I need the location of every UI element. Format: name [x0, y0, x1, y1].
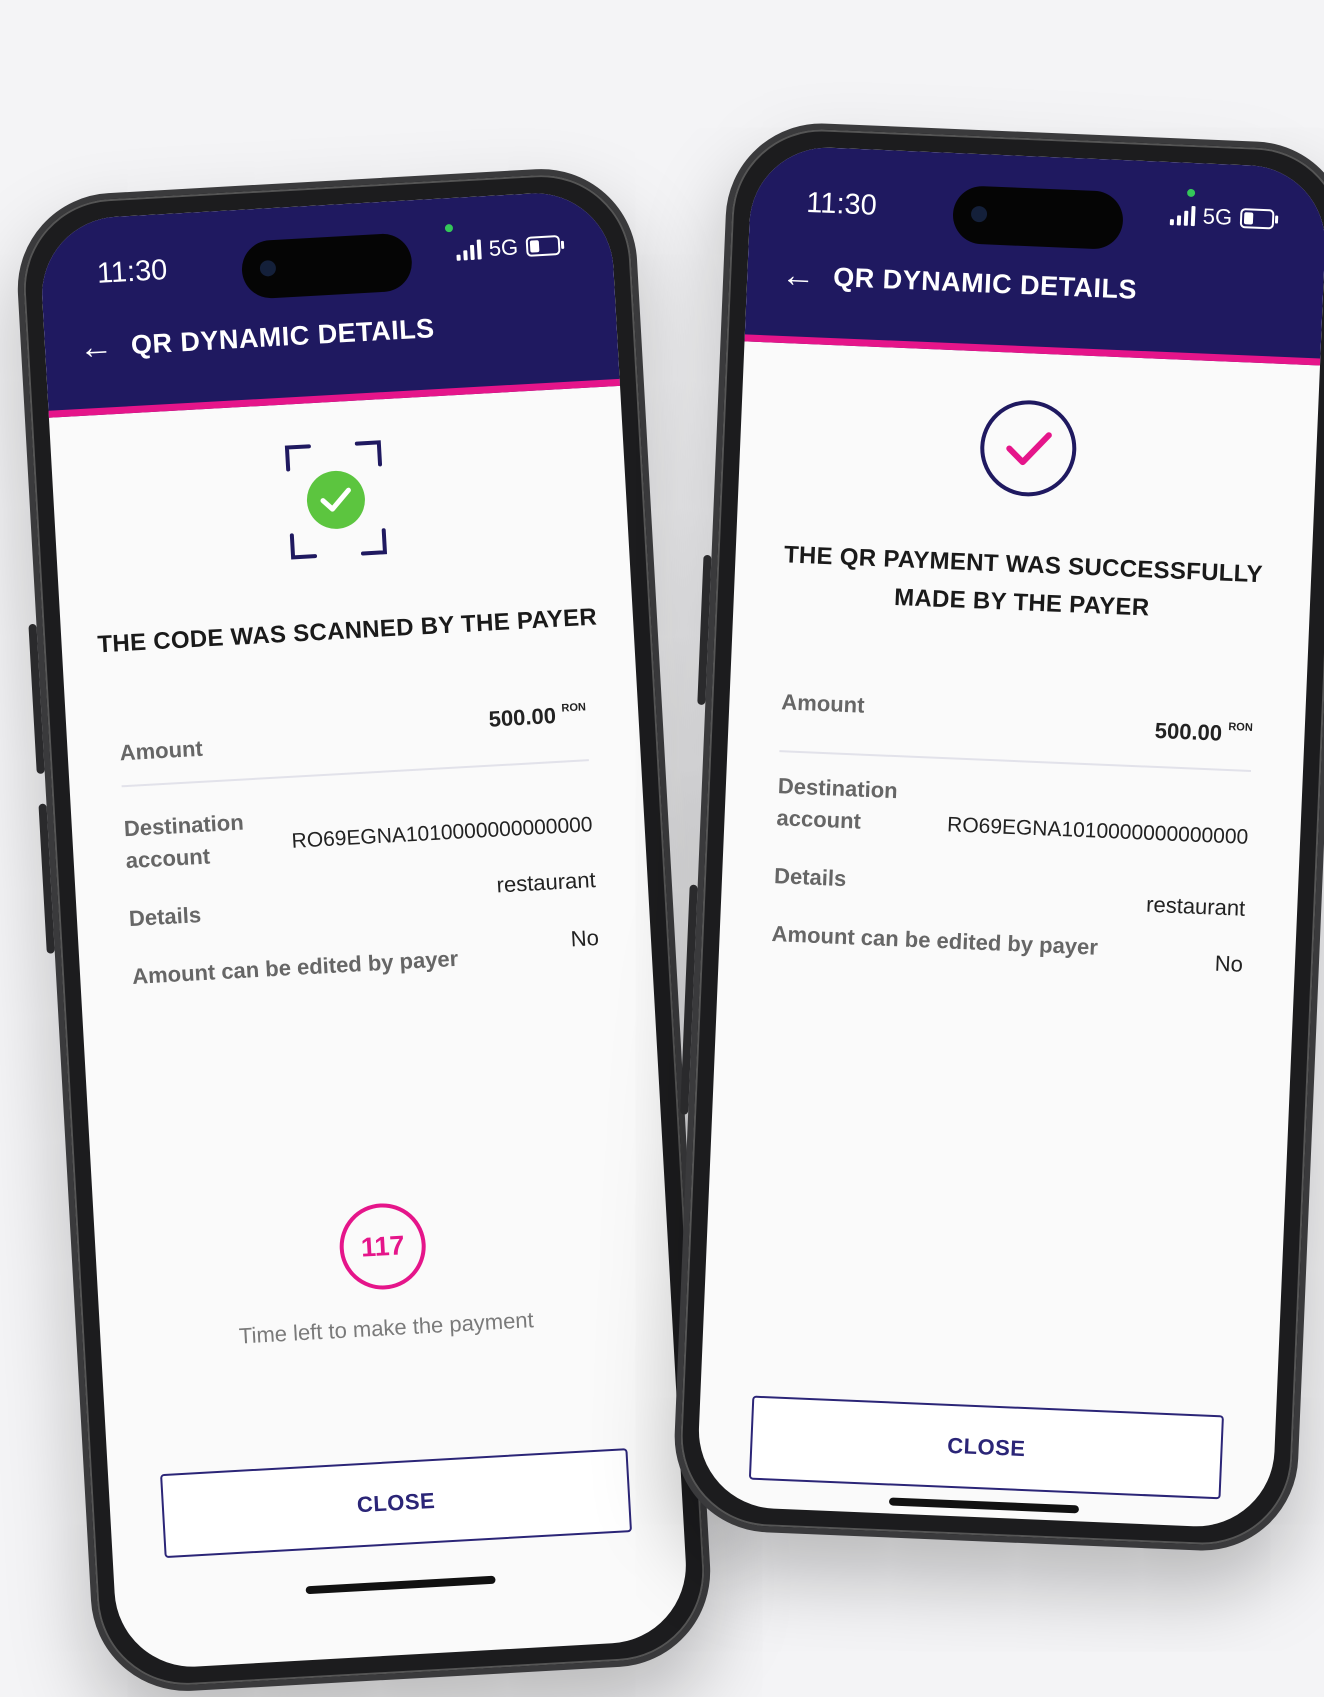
title-bar: ← QR DYNAMIC DETAILS: [78, 311, 436, 367]
network-label: 5G: [1202, 203, 1233, 230]
app-screen: 11:30 5G ← QR DYNAMIC DETAILS: [37, 189, 691, 1671]
app-header: 11:30 5G ← QR DYNAMIC DETAILS: [37, 189, 621, 418]
title-bar: ← QR DYNAMIC DETAILS: [781, 256, 1138, 307]
app-header: 11:30 5G ← QR DYNAMIC DETAILS: [744, 144, 1324, 366]
editable-label: Amount can be edited by payer: [771, 921, 1099, 960]
close-button[interactable]: CLOSE: [160, 1448, 633, 1559]
payment-status-heading: THE QR PAYMENT WAS SUCCESSFULLY MADE BY T…: [783, 541, 1264, 622]
destination-value: RO69EGNA1010000000000000: [291, 813, 594, 853]
editable-row: Amount can be edited by payer No: [770, 918, 1244, 988]
signal-icon: [1169, 205, 1196, 227]
destination-label: Destination account: [776, 773, 899, 834]
dynamic-island: [240, 232, 414, 300]
editable-row: Amount can be edited by payer No: [131, 925, 601, 991]
network-label: 5G: [488, 234, 519, 261]
phone-left: 11:30 5G ← QR DYNAMIC DETAILS THE CODE W…: [12, 163, 716, 1697]
destination-row: Destination account RO69EGNA1010000000000…: [123, 787, 594, 883]
status-icons: 5G: [455, 232, 561, 264]
details-row: Details restaurant: [773, 860, 1247, 930]
details-label: Details: [773, 863, 847, 892]
destination-label: Destination account: [123, 809, 245, 874]
scan-status-heading: THE CODE WAS SCANNED BY THE PAYER: [96, 603, 598, 659]
privacy-indicator-icon: [444, 223, 454, 233]
amount-value: 500.00 RON: [1154, 717, 1254, 746]
home-indicator: [888, 1497, 1080, 1514]
destination-row: Destination account RO69EGNA1010000000000…: [776, 770, 1251, 860]
currency-label: RON: [561, 701, 587, 715]
countdown-timer: 117: [337, 1201, 429, 1292]
privacy-indicator-icon: [1186, 188, 1196, 198]
dynamic-island: [951, 185, 1125, 251]
status-bar: 11:30 5G: [749, 185, 1324, 251]
qr-scanned-icon: [284, 440, 388, 560]
home-indicator: [305, 1575, 496, 1595]
status-time: 11:30: [805, 186, 878, 222]
close-button[interactable]: CLOSE: [748, 1395, 1224, 1500]
editable-value: No: [570, 924, 600, 952]
amount-value: 500.00 RON: [487, 701, 587, 732]
editable-label: Amount can be edited by payer: [131, 945, 459, 989]
success-check-icon: [980, 400, 1077, 497]
divider: [779, 750, 1252, 772]
phone-right: 11:30 5G ← QR DYNAMIC DETAILS THE QR PAY…: [670, 119, 1324, 1555]
back-arrow-icon[interactable]: ←: [781, 256, 817, 295]
volume-button: [697, 554, 712, 706]
status-time: 11:30: [96, 253, 169, 290]
timer-caption: Time left to make the payment: [238, 1307, 535, 1349]
amount-row: Amount 500.00 RON: [118, 701, 588, 767]
camera-icon: [970, 205, 988, 223]
details-value: restaurant: [495, 867, 597, 898]
amount-row: Amount 500.00 RON: [780, 686, 1254, 756]
details-value: restaurant: [1145, 891, 1246, 921]
amount-label: Amount: [780, 689, 866, 718]
volume-button: [28, 623, 45, 775]
camera-icon: [259, 259, 277, 277]
back-arrow-icon[interactable]: ←: [78, 327, 114, 367]
page-title: QR DYNAMIC DETAILS: [832, 261, 1138, 305]
app-screen: 11:30 5G ← QR DYNAMIC DETAILS: [695, 144, 1324, 1530]
amount-label: Amount: [119, 735, 204, 766]
battery-icon: [1239, 208, 1275, 230]
battery-icon: [525, 235, 561, 257]
side-button: [680, 884, 698, 1115]
currency-label: RON: [1228, 720, 1254, 734]
signal-icon: [455, 239, 482, 261]
details-label: Details: [128, 902, 202, 932]
status-bar: 11:30 5G: [40, 223, 613, 301]
status-icons: 5G: [1169, 202, 1275, 232]
editable-value: No: [1214, 950, 1244, 977]
volume-button: [38, 803, 55, 954]
destination-value: RO69EGNA1010000000000000: [946, 813, 1249, 849]
page-title: QR DYNAMIC DETAILS: [130, 312, 436, 360]
